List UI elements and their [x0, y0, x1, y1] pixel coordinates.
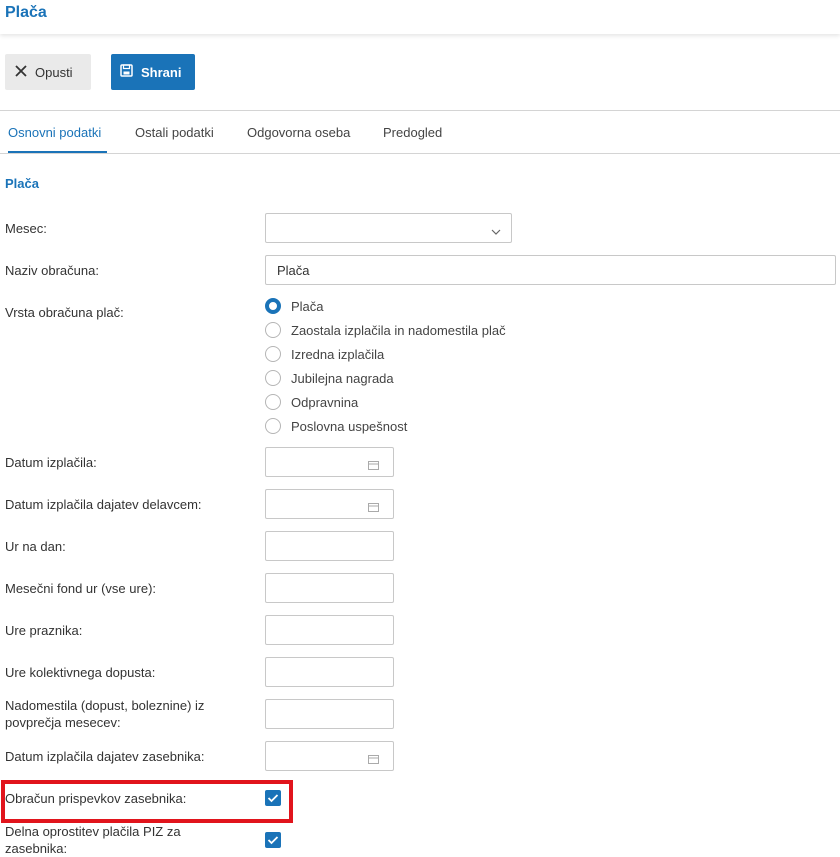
tab-odgovorna-oseba[interactable]: Odgovorna oseba	[247, 125, 350, 140]
cancel-button[interactable]: Opusti	[5, 54, 91, 90]
compensation-months-label-line2: povprečja mesecev:	[5, 715, 121, 730]
monthly-hours-input[interactable]	[265, 573, 394, 603]
calc-name-input[interactable]: Plača	[265, 255, 836, 285]
payout-levies-employee-label: Datum izplačila dajatev delavcem:	[5, 497, 202, 512]
radio-option-jubilejna[interactable]: Jubilejna nagrada	[265, 369, 394, 387]
close-icon	[15, 64, 27, 80]
entrepreneur-contributions-label: Obračun prispevkov zasebnika:	[5, 791, 187, 806]
tabs-divider	[0, 153, 840, 154]
holiday-hours-input[interactable]	[265, 615, 394, 645]
radio-label: Izredna izplačila	[291, 346, 385, 362]
tab-ostali-podatki[interactable]: Ostali podatki	[135, 125, 214, 140]
chevron-down-icon	[491, 223, 501, 238]
radio-label: Odpravnina	[291, 394, 359, 410]
section-title: Plača	[5, 176, 39, 191]
payout-date-label: Datum izplačila:	[5, 455, 97, 470]
piz-exemption-label: Delna oprostitev plačila PIZ za zasebnik…	[5, 823, 181, 857]
payout-levies-entrepreneur-label: Datum izplačila dajatev zasebnika:	[5, 749, 205, 764]
calc-name-label: Naziv obračuna:	[5, 263, 99, 278]
radio-button[interactable]	[265, 370, 281, 386]
compensation-months-input[interactable]	[265, 699, 394, 729]
hours-per-day-label: Ur na dan:	[5, 539, 66, 554]
checkmark-icon	[267, 836, 279, 845]
holiday-hours-label: Ure praznika:	[5, 623, 83, 638]
month-select[interactable]	[265, 213, 512, 243]
radio-label: Plača	[291, 298, 324, 314]
calc-type-label: Vrsta obračuna plač:	[5, 305, 124, 320]
radio-option-izredna[interactable]: Izredna izplačila	[265, 345, 384, 363]
collective-leave-hours-label: Ure kolektivnega dopusta:	[5, 665, 156, 680]
cancel-button-label: Opusti	[35, 64, 73, 80]
save-button-label: Shrani	[141, 64, 182, 80]
radio-option-placa[interactable]: Plača	[265, 297, 324, 315]
radio-option-poslovna[interactable]: Poslovna uspešnost	[265, 417, 407, 435]
compensation-months-label: Nadomestila (dopust, boleznine) iz povpr…	[5, 697, 204, 731]
save-button[interactable]: Shrani	[111, 54, 195, 90]
radio-button[interactable]	[265, 394, 281, 410]
page-header: Plača	[0, 0, 840, 34]
hours-per-day-input[interactable]	[265, 531, 394, 561]
calendar-icon[interactable]	[368, 500, 379, 515]
collective-leave-hours-input[interactable]	[265, 657, 394, 687]
radio-label: Jubilejna nagrada	[291, 370, 394, 386]
payout-levies-entrepreneur-input[interactable]	[265, 741, 394, 771]
page-title: Plača	[5, 4, 47, 21]
payout-date-input[interactable]	[265, 447, 394, 477]
monthly-hours-label: Mesečni fond ur (vse ure):	[5, 581, 157, 596]
radio-button[interactable]	[265, 346, 281, 362]
piz-exemption-label-line1: Delna oprostitev plačila PIZ za	[5, 824, 181, 839]
piz-exemption-label-line2: zasebnika:	[5, 841, 68, 856]
checkmark-icon	[267, 794, 279, 803]
compensation-months-label-line1: Nadomestila (dopust, boleznine) iz	[5, 698, 205, 713]
toolbar-divider	[0, 110, 840, 111]
radio-option-zaostala[interactable]: Zaostala izplačila in nadomestila plač	[265, 321, 506, 339]
radio-button[interactable]	[265, 322, 281, 338]
entrepreneur-contributions-checkbox[interactable]	[265, 790, 281, 806]
piz-exemption-checkbox[interactable]	[265, 832, 281, 848]
month-label: Mesec:	[5, 221, 47, 236]
radio-button-checked[interactable]	[265, 298, 281, 314]
floppy-disk-icon	[120, 64, 133, 80]
tab-osnovni-podatki[interactable]: Osnovni podatki	[8, 125, 101, 140]
payout-levies-employee-input[interactable]	[265, 489, 394, 519]
tab-predogled[interactable]: Predogled	[383, 125, 442, 140]
calendar-icon[interactable]	[368, 752, 379, 767]
radio-label: Poslovna uspešnost	[291, 418, 408, 434]
radio-label: Zaostala izplačila in nadomestila plač	[291, 322, 506, 338]
calc-name-value: Plača	[277, 263, 310, 278]
radio-option-odpravnina[interactable]: Odpravnina	[265, 393, 358, 411]
radio-button[interactable]	[265, 418, 281, 434]
calendar-icon[interactable]	[368, 458, 379, 473]
